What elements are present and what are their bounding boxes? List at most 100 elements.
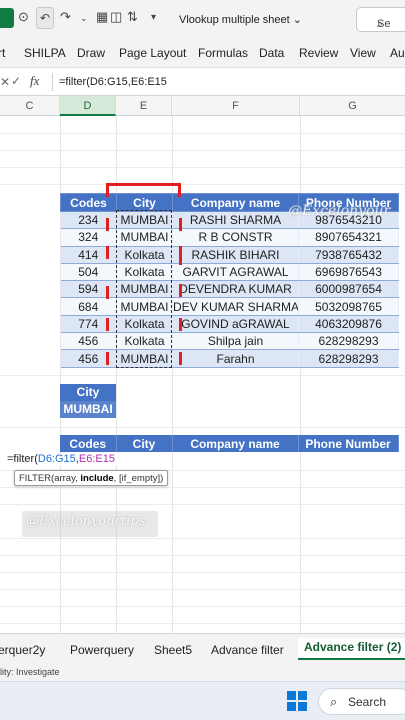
- cell-code[interactable]: 504: [60, 263, 117, 282]
- gridline: [0, 504, 405, 505]
- cell-code[interactable]: 456: [60, 332, 117, 351]
- highlight-mark: [179, 318, 182, 331]
- insert-function-icon[interactable]: fx: [30, 73, 39, 89]
- table-row: 594 MUMBAI DEVENDRA KUMAR 6000987654: [60, 280, 399, 299]
- cell-phone[interactable]: 4063209876: [298, 315, 399, 334]
- table-row: 414 Kolkata RASHIK BIHARI 7938765432: [60, 246, 399, 264]
- search-box[interactable]: ⌕ Se: [356, 7, 405, 32]
- tooltip-array-arg[interactable]: array,: [54, 473, 80, 484]
- search-icon: ⌕: [330, 694, 338, 709]
- header-company-name[interactable]: Company name: [172, 193, 299, 212]
- sort-icon[interactable]: ⇅: [127, 9, 138, 25]
- highlight-bracket: [106, 183, 181, 197]
- tab-formulas[interactable]: Formulas: [198, 46, 248, 60]
- cell-company[interactable]: DEVENDRA KUMAR: [172, 280, 299, 299]
- cell-edit-formula[interactable]: =filter(D6:G15,E6:E15: [5, 453, 117, 465]
- table-row: 774 Kolkata GOVIND aGRAWAL 4063209876: [60, 315, 399, 334]
- cell-company[interactable]: Farahn: [172, 349, 299, 368]
- tab-automate[interactable]: Au: [390, 46, 405, 60]
- cell-company[interactable]: DEV KUMAR SHARMA: [172, 297, 299, 316]
- cell-phone[interactable]: 5032098765: [298, 297, 399, 316]
- gridline: [0, 487, 405, 488]
- criteria-range: City MUMBAI: [60, 384, 116, 418]
- cell-phone[interactable]: 6969876543: [298, 263, 399, 282]
- cell-company[interactable]: GARVIT AGRAWAL: [172, 263, 299, 282]
- cell-company[interactable]: GOVIND aGRAWAL: [172, 315, 299, 334]
- gridline: [0, 427, 405, 428]
- function-tooltip[interactable]: FILTER(array, include, [if_empty]): [14, 470, 169, 486]
- criteria-header[interactable]: City: [60, 384, 116, 401]
- gridline: [0, 606, 405, 607]
- customize-toolbar-icon[interactable]: ▾: [151, 12, 156, 23]
- sheet-tab-advance-filter[interactable]: Advance filter: [211, 643, 284, 657]
- output-table: Codes City Company name Phone Number: [60, 435, 399, 452]
- gridline: [0, 150, 405, 151]
- accessibility-status[interactable]: lity: Investigate: [0, 667, 60, 677]
- table-row: 324 MUMBAI R B CONSTR 8907654321: [60, 228, 399, 247]
- column-header-f[interactable]: F: [172, 96, 300, 116]
- grid-icon[interactable]: ▦: [96, 9, 108, 25]
- screenshot-icon[interactable]: ◫: [110, 9, 122, 25]
- windows-start-icon[interactable]: [287, 691, 307, 711]
- gridline: [0, 555, 405, 556]
- tab-draw[interactable]: Draw: [77, 46, 105, 60]
- column-header-d[interactable]: D: [60, 96, 116, 116]
- formula-input[interactable]: =filter(D6:G15,E6:E15: [59, 76, 167, 88]
- column-header-g[interactable]: G: [300, 96, 405, 116]
- highlight-mark: [106, 246, 109, 259]
- cell-code[interactable]: 324: [60, 228, 117, 247]
- tab-page-layout[interactable]: Page Layout: [119, 46, 186, 60]
- redo-icon[interactable]: ↷: [60, 9, 71, 25]
- highlight-mark: [179, 284, 182, 297]
- copy-range-marquee: [116, 210, 172, 368]
- tab-view[interactable]: View: [350, 46, 376, 60]
- highlight-mark: [106, 286, 109, 299]
- tooltip-func: FILTER(: [19, 473, 55, 484]
- formula-divider: [52, 73, 53, 91]
- output-header-company-name[interactable]: Company name: [172, 435, 299, 452]
- document-title[interactable]: Vlookup multiple sheet ⌄: [179, 13, 302, 26]
- tab-shilpa[interactable]: SHILPA: [24, 46, 66, 60]
- cell-company[interactable]: Shilpa jain: [172, 332, 299, 351]
- undo-button[interactable]: ↶: [36, 7, 54, 29]
- cell-company[interactable]: R B CONSTR: [172, 228, 299, 247]
- output-header-city[interactable]: City: [116, 435, 173, 452]
- ribbon-tabs: rt SHILPA Draw Page Layout Formulas Data…: [0, 38, 405, 68]
- enter-check-icon[interactable]: ✓: [11, 74, 21, 88]
- sheet-tab-sheet5[interactable]: Sheet5: [154, 643, 192, 657]
- cell-phone[interactable]: 8907654321: [298, 228, 399, 247]
- taskbar-search[interactable]: ⌕ Search: [318, 688, 405, 715]
- cell-company[interactable]: RASHIK BIHARI: [172, 246, 299, 264]
- gridline: [0, 623, 405, 624]
- formula-bar: ✕ ✓ fx =filter(D6:G15,E6:E15: [0, 68, 405, 96]
- output-header-codes[interactable]: Codes: [60, 435, 117, 452]
- cell-company[interactable]: RASHI SHARMA: [172, 211, 299, 230]
- sheet-tab-powerquery[interactable]: Powerquery: [70, 643, 134, 657]
- column-header-e[interactable]: E: [116, 96, 172, 116]
- sheet-tab-advance-filter-2[interactable]: Advance filter (2): [298, 638, 405, 660]
- cell-code[interactable]: 684: [60, 297, 117, 316]
- cell-phone[interactable]: 6000987654: [298, 280, 399, 299]
- tooltip-include-arg[interactable]: include: [80, 473, 113, 484]
- highlight-mark: [106, 352, 109, 365]
- formula-range-2: E6:E15: [78, 453, 115, 465]
- output-header-phone-number[interactable]: Phone Number: [298, 435, 399, 452]
- redo-dropdown-icon[interactable]: ⌄: [80, 13, 88, 24]
- formula-prefix: =filter(: [7, 453, 38, 465]
- column-header-c[interactable]: C: [0, 96, 60, 116]
- tab-data[interactable]: Data: [259, 46, 284, 60]
- tab-insert[interactable]: rt: [0, 46, 5, 60]
- gridline: [0, 538, 405, 539]
- autosave-icon[interactable]: ⊙: [18, 9, 29, 25]
- gridline: [0, 589, 405, 590]
- sheet-tab-powerquer2y[interactable]: erquer2y: [0, 643, 45, 657]
- cell-phone[interactable]: 628298293: [298, 332, 399, 351]
- title-chevron-icon: ⌄: [292, 14, 302, 26]
- table-row: 504 Kolkata GARVIT AGRAWAL 6969876543: [60, 263, 399, 282]
- criteria-value[interactable]: MUMBAI: [60, 401, 116, 418]
- cell-phone[interactable]: 628298293: [298, 349, 399, 368]
- highlight-mark: [179, 352, 182, 365]
- tab-review[interactable]: Review: [299, 46, 338, 60]
- cell-phone[interactable]: 7938765432: [298, 246, 399, 264]
- cancel-icon[interactable]: ✕: [0, 75, 10, 89]
